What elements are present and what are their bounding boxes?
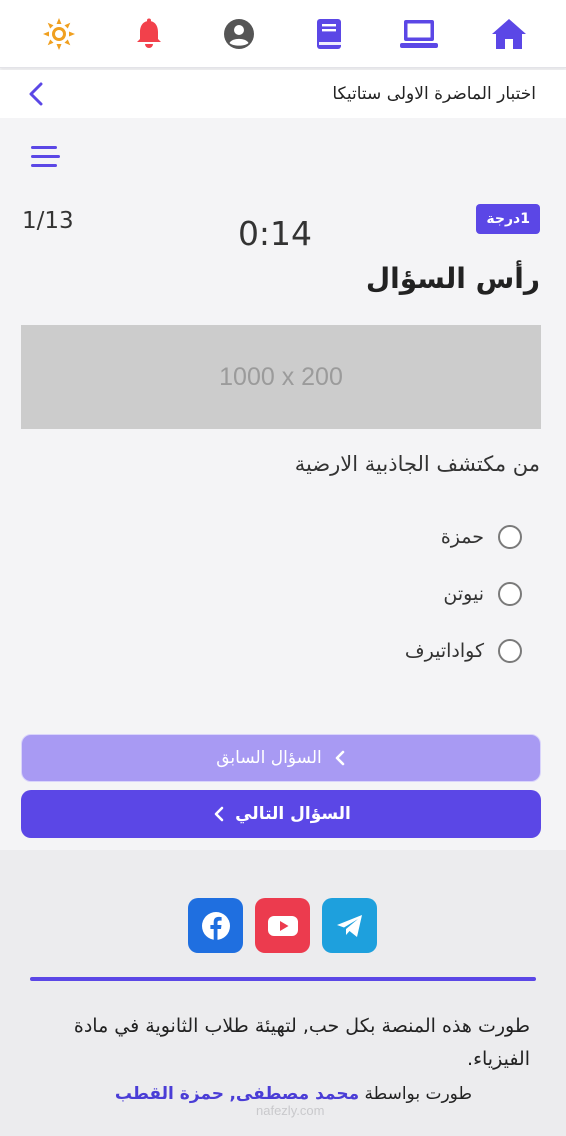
account-icon[interactable] <box>220 15 258 53</box>
question-heading: رأس السؤال <box>365 262 540 295</box>
question-counter: 1/13 <box>22 208 74 234</box>
telegram-icon[interactable] <box>322 898 377 953</box>
next-question-button[interactable]: السؤال التالي <box>21 790 541 838</box>
page-title: اختبار الماضرة الاولى ستاتيكا <box>332 84 536 104</box>
footer-credits: طورت بواسطة محمد مصطفى, حمزة القطب <box>115 1084 472 1104</box>
answer-option-label: حمزة <box>440 526 484 548</box>
next-question-label: السؤال التالي <box>235 804 351 824</box>
radio-button[interactable] <box>498 639 522 663</box>
footer-about-text: طورت هذه المنصة بكل حب, لتهيئة طلاب الثا… <box>73 1015 530 1070</box>
question-image-placeholder: 1000 x 200 <box>21 325 541 429</box>
chevron-left-icon <box>211 806 225 822</box>
laptop-icon[interactable] <box>400 15 438 53</box>
radio-button[interactable] <box>498 525 522 549</box>
question-text: من مكتشف الجاذبية الارضية <box>294 452 540 476</box>
answer-option[interactable]: نيوتن <box>443 579 522 609</box>
chevron-left-icon <box>332 750 346 766</box>
footer: طورت هذه المنصة بكل حب, لتهيئة طلاب الثا… <box>0 850 566 1136</box>
hamburger-menu-icon[interactable] <box>28 142 62 172</box>
author-link[interactable]: حمزة القطب <box>115 1084 224 1104</box>
book-icon[interactable] <box>310 15 348 53</box>
page-header: اختبار الماضرة الاولى ستاتيكا <box>0 70 566 118</box>
top-navigation <box>0 0 566 68</box>
answer-option-label: نيوتن <box>443 583 484 605</box>
answer-option[interactable]: حمزة <box>441 522 522 552</box>
watermark: nafezly.com <box>256 1103 325 1118</box>
answer-option-label: كواداتيرف <box>404 640 484 662</box>
facebook-icon[interactable] <box>188 898 243 953</box>
quiz-timer: 0:14 <box>237 214 313 253</box>
answer-option[interactable]: كواداتيرف <box>405 636 522 666</box>
back-chevron-icon[interactable] <box>24 82 48 106</box>
credits-prefix: طورت بواسطة <box>364 1084 472 1104</box>
youtube-icon[interactable] <box>255 898 310 953</box>
footer-divider <box>30 977 536 981</box>
quiz-panel: 1/13 0:14 1درجة رأس السؤال 1000 x 200 من… <box>0 118 566 850</box>
sun-icon[interactable] <box>40 15 78 53</box>
home-icon[interactable] <box>490 15 528 53</box>
previous-question-button[interactable]: السؤال السابق <box>21 734 541 782</box>
bell-icon[interactable] <box>130 15 168 53</box>
author-link[interactable]: محمد مصطفى <box>236 1084 359 1104</box>
points-badge: 1درجة <box>476 204 540 234</box>
previous-question-label: السؤال السابق <box>216 748 322 768</box>
radio-button[interactable] <box>498 582 522 606</box>
social-links <box>188 898 377 953</box>
